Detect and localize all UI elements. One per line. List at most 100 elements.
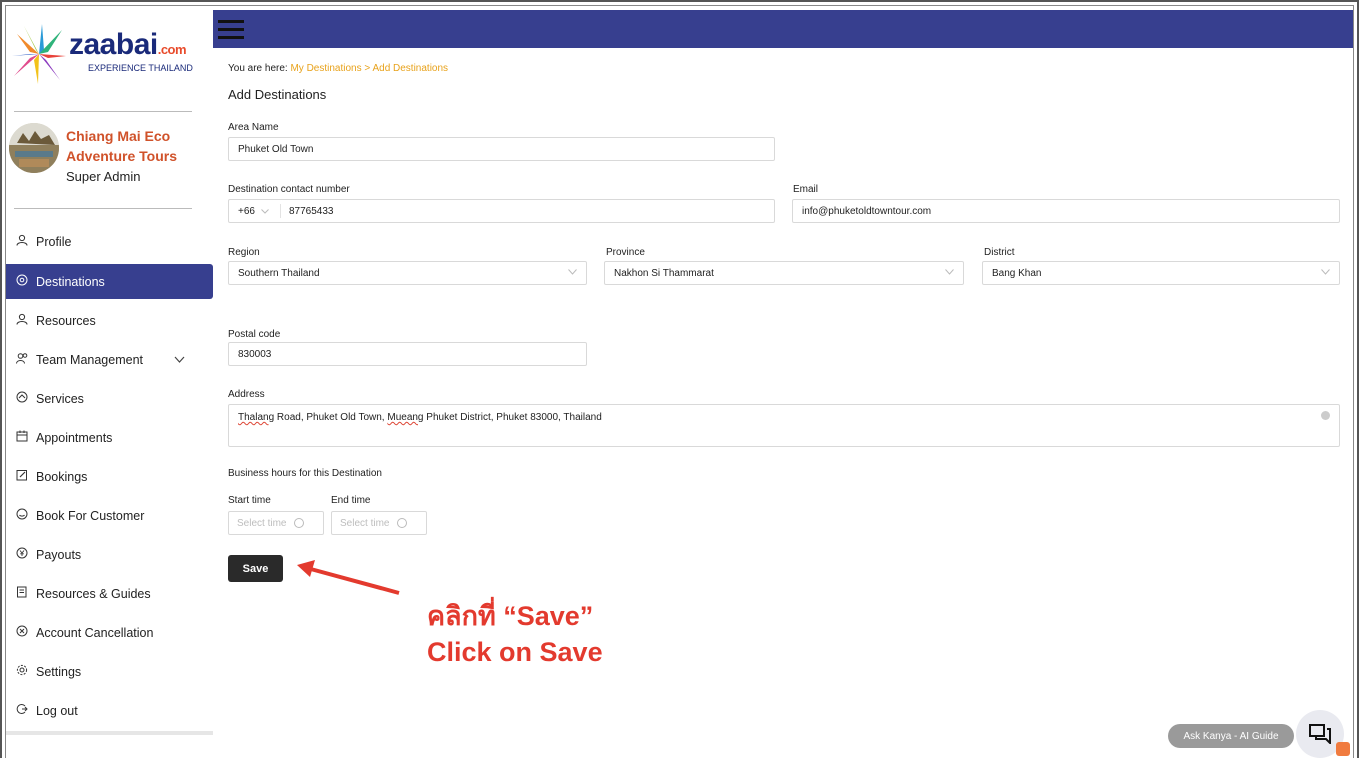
sidebar-item-services[interactable]: Services	[6, 381, 213, 416]
breadcrumb-link-my-destinations[interactable]: My Destinations	[290, 63, 361, 74]
start-time-picker[interactable]: Select time	[228, 511, 324, 535]
sidebar-item-profile[interactable]: Profile	[6, 224, 213, 259]
annotation-line-english: Click on Save	[427, 637, 603, 667]
guide-icon	[14, 586, 30, 601]
gear-icon	[14, 664, 30, 679]
divider	[280, 204, 281, 218]
currency-icon	[14, 547, 30, 562]
brand-logo[interactable]: zaabai.com EXPERIENCE THAILAND	[12, 24, 202, 84]
sidebar-item-label: Account Cancellation	[36, 625, 154, 640]
annotation-line-thai: คลิกที่ “Save”	[427, 601, 594, 631]
sidebar-item-destinations[interactable]: Destinations	[6, 264, 213, 299]
district-select[interactable]: Bang Khan	[982, 261, 1340, 285]
postal-code-input[interactable]: 830003	[228, 342, 587, 366]
annotation-text: คลิกที่ “Save” Click on Save	[427, 598, 603, 670]
area-name-value: Phuket Old Town	[238, 143, 314, 155]
sidebar-footer-bar	[6, 731, 213, 735]
address-label: Address	[228, 389, 265, 400]
clock-icon	[397, 518, 408, 528]
country-code-select[interactable]: +66	[238, 206, 280, 217]
save-button[interactable]: Save	[228, 555, 283, 582]
chevron-down-icon	[1321, 267, 1330, 278]
chevron-down-icon	[568, 267, 577, 278]
email-label: Email	[793, 184, 819, 195]
customer-icon	[14, 508, 30, 523]
sidebar-item-label: Payouts	[36, 547, 82, 562]
sidebar-item-label: Resources & Guides	[36, 586, 151, 601]
edit-icon	[14, 469, 30, 484]
contact-number-value: 87765433	[289, 205, 334, 217]
sidebar-item-settings[interactable]: Settings	[6, 654, 213, 689]
sidebar-item-appointments[interactable]: Appointments	[6, 420, 213, 455]
sidebar-item-resources[interactable]: Resources	[6, 303, 213, 338]
district-label: District	[984, 247, 1015, 258]
sidebar-item-label: Services	[36, 391, 84, 406]
address-value: Thalang Road, Phuket Old Town, Mueang Ph…	[238, 412, 602, 423]
org-name: Chiang Mai Eco Adventure Tours	[66, 128, 177, 164]
district-value: Bang Khan	[992, 267, 1042, 279]
cancel-icon	[14, 625, 30, 640]
sidebar-item-label: Appointments	[36, 430, 113, 445]
sidebar-item-label: Resources	[36, 313, 96, 328]
person-icon	[14, 234, 30, 249]
logo-wordmark: zaabai.com	[69, 28, 187, 61]
email-value: info@phuketoldtowntour.com	[802, 205, 932, 217]
country-code-value: +66	[238, 205, 255, 217]
logo-tagline: EXPERIENCE THAILAND	[88, 63, 193, 73]
sidebar-item-label: Log out	[36, 703, 78, 718]
sidebar-item-account-cancellation[interactable]: Account Cancellation	[6, 615, 213, 650]
region-value: Southern Thailand	[238, 267, 320, 279]
menu-toggle-icon[interactable]	[218, 20, 244, 42]
sidebar-item-label: Team Management	[36, 352, 144, 367]
notification-badge	[1336, 742, 1350, 756]
breadcrumb-current: > Add Destinations	[364, 63, 449, 74]
sidebar-item-label: Profile	[36, 234, 72, 249]
sidebar-item-label: Settings	[36, 664, 82, 679]
sidebar-item-book-for-customer[interactable]: Book For Customer	[6, 498, 213, 533]
sidebar-item-log-out[interactable]: Log out	[6, 693, 213, 728]
end-time-picker[interactable]: Select time	[331, 511, 427, 535]
start-time-placeholder: Select time	[237, 517, 287, 529]
sidebar-item-resources-guides[interactable]: Resources & Guides	[6, 576, 213, 611]
business-hours-label: Business hours for this Destination	[228, 468, 382, 479]
ask-ai-guide-button[interactable]: Ask Kanya - AI Guide	[1168, 724, 1294, 748]
sidebar-item-bookings[interactable]: Bookings	[6, 459, 213, 494]
sidebar: zaabai.com EXPERIENCE THAILAND Chiang Ma…	[6, 6, 213, 758]
province-label: Province	[606, 247, 645, 258]
breadcrumb-prefix: You are here:	[228, 63, 288, 74]
end-time-placeholder: Select time	[340, 517, 390, 529]
clock-icon	[294, 518, 305, 528]
contact-number-input[interactable]: +66 87765433	[228, 199, 775, 223]
area-name-input[interactable]: Phuket Old Town	[228, 137, 775, 161]
start-time-label: Start time	[228, 495, 271, 506]
user-role: Super Admin	[66, 169, 141, 184]
sidebar-item-label: Book For Customer	[36, 508, 145, 523]
avatar-photo-icon	[9, 123, 59, 173]
email-field[interactable]: info@phuketoldtowntour.com	[792, 199, 1340, 223]
main-content: You are here: My Destinations > Add Dest…	[213, 48, 1353, 758]
services-icon	[14, 391, 30, 406]
region-select[interactable]: Southern Thailand	[228, 261, 587, 285]
area-name-label: Area Name	[228, 122, 279, 133]
postal-code-label: Postal code	[228, 329, 281, 340]
end-time-label: End time	[331, 495, 371, 506]
top-bar	[213, 10, 1353, 48]
logout-icon	[14, 703, 30, 718]
province-value: Nakhon Si Thammarat	[614, 267, 714, 279]
address-textarea[interactable]: Thalang Road, Phuket Old Town, Mueang Ph…	[228, 404, 1340, 447]
chevron-down-icon	[945, 267, 954, 278]
sidebar-item-team-management[interactable]: Team Management	[6, 342, 213, 377]
province-select[interactable]: Nakhon Si Thammarat	[604, 261, 964, 285]
avatar	[9, 123, 59, 173]
sidebar-item-payouts[interactable]: Payouts	[6, 537, 213, 572]
sidebar-item-label: Destinations	[36, 274, 105, 289]
chevron-down-icon	[261, 206, 269, 216]
chevron-down-icon[interactable]	[174, 352, 185, 366]
logo-mark-icon	[12, 24, 66, 84]
divider	[14, 111, 192, 112]
location-icon	[14, 274, 30, 289]
person-icon	[14, 313, 30, 328]
team-icon	[14, 352, 30, 367]
divider	[14, 208, 192, 209]
clear-icon[interactable]	[1321, 411, 1330, 420]
